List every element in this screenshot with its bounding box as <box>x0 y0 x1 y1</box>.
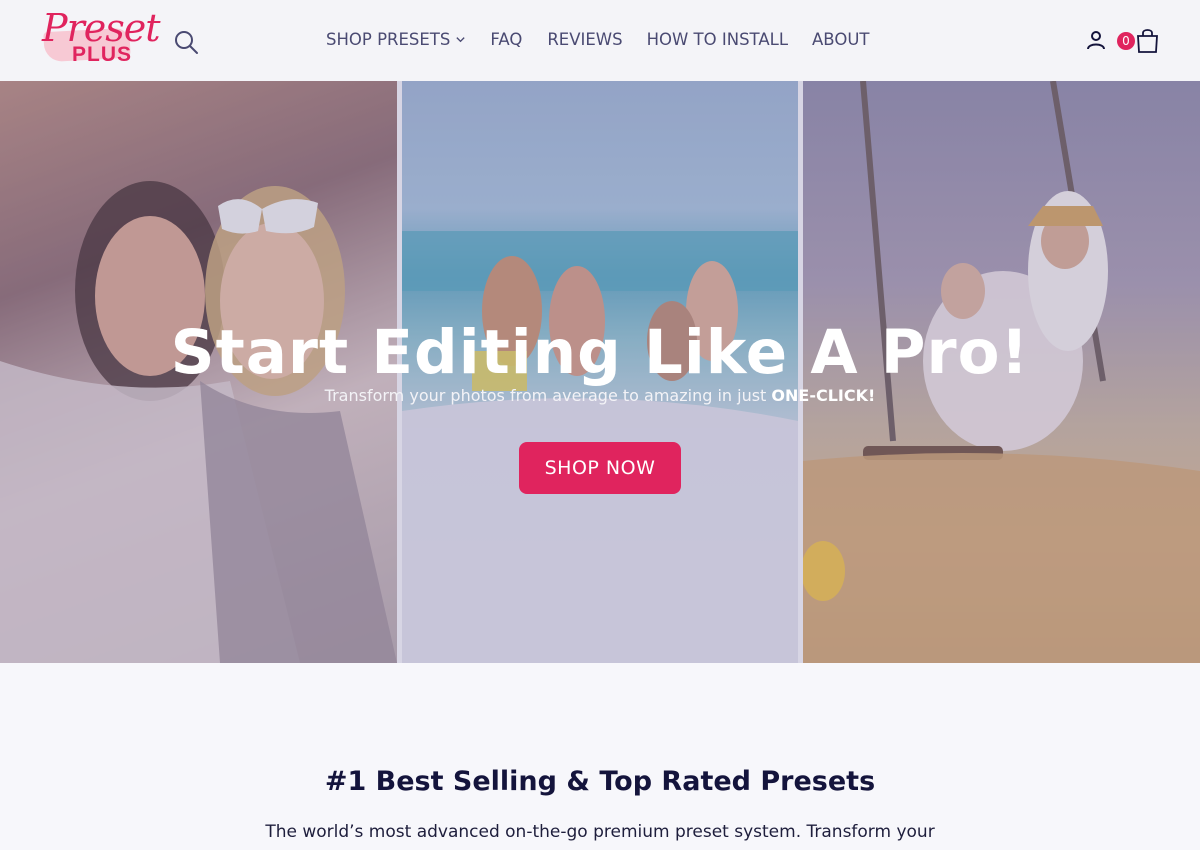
hero-subtitle-emphasis: ONE-CLICK! <box>771 386 876 405</box>
nav-about[interactable]: ABOUT <box>812 30 869 49</box>
nav-how-to-install[interactable]: HOW TO INSTALL <box>647 30 788 49</box>
shop-now-button[interactable]: SHOP NOW <box>519 442 681 494</box>
hero-subtitle-text: Transform your photos from average to am… <box>324 386 767 405</box>
site-header: Preset PLUS SHOP PRESETS FAQ REVIEWS HOW… <box>0 0 1200 81</box>
section-title: #1 Best Selling & Top Rated Presets <box>324 766 876 797</box>
brand-logo[interactable]: Preset PLUS <box>40 6 162 68</box>
nav-faq[interactable]: FAQ <box>490 30 522 49</box>
hero-banner: Start Editing Like A Pro! Transform your… <box>0 81 1200 663</box>
hero-subtitle: Transform your photos from average to am… <box>0 386 1200 405</box>
logo-plus-text: PLUS <box>72 43 133 66</box>
hero-title: Start Editing Like A Pro! <box>170 317 1030 388</box>
search-icon[interactable] <box>172 28 200 56</box>
section-description: The world’s most advanced on-the-go prem… <box>265 822 935 842</box>
main-nav: SHOP PRESETS FAQ REVIEWS HOW TO INSTALL … <box>326 30 869 49</box>
user-icon[interactable] <box>1085 29 1107 51</box>
nav-shop-presets-label: SHOP PRESETS <box>326 30 451 49</box>
cart-count-badge: 0 <box>1117 32 1135 50</box>
nav-reviews[interactable]: REVIEWS <box>547 30 622 49</box>
chevron-down-icon <box>456 37 466 43</box>
nav-shop-presets[interactable]: SHOP PRESETS <box>326 30 466 49</box>
shopping-bag-icon[interactable] <box>1136 28 1159 53</box>
